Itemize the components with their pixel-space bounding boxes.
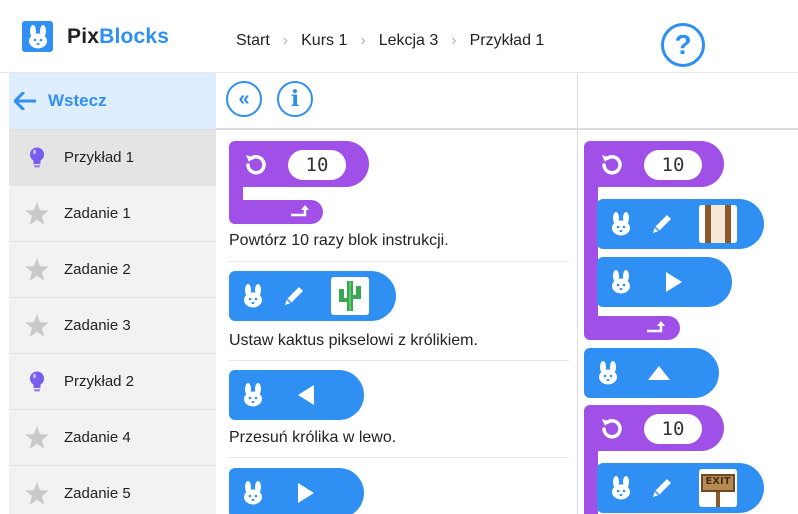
loop-icon — [242, 151, 270, 179]
bunny-logo-icon — [22, 21, 53, 52]
set-pixel-block[interactable]: EXIT — [597, 463, 764, 513]
move-left-block[interactable] — [229, 370, 364, 420]
bunny-icon — [241, 480, 265, 506]
move-right-block[interactable] — [597, 257, 732, 307]
return-arrow-icon — [644, 320, 666, 336]
toolbar-divider — [577, 73, 578, 130]
exit-sign-icon: EXIT — [699, 469, 737, 507]
bunny-icon — [609, 269, 633, 295]
pencil-icon — [281, 283, 307, 309]
chevron-right-icon: › — [360, 32, 366, 49]
sidebar-item-zadanie-5[interactable]: Zadanie 5 — [9, 466, 216, 514]
bunny-icon — [241, 283, 265, 309]
examples-panel: 10 Powtórz 10 razy blok instrukcji. Usta… — [216, 130, 577, 514]
wall-tile-icon — [699, 205, 737, 243]
bunny-icon — [609, 475, 633, 501]
lightbulb-icon — [24, 371, 50, 393]
repeat-count[interactable]: 10 — [288, 150, 346, 180]
bunny-icon — [596, 360, 620, 386]
breadcrumb-kurs[interactable]: Kurs 1 — [301, 32, 347, 50]
move-up-block[interactable] — [584, 348, 719, 398]
sidebar-item-zadanie-3[interactable]: Zadanie 3 — [9, 298, 216, 354]
loop-spine — [584, 185, 598, 325]
sidebar-item-label: Zadanie 2 — [64, 261, 131, 278]
sidebar-item-label: Zadanie 5 — [64, 485, 131, 502]
repeat-count[interactable]: 10 — [644, 150, 702, 180]
lightbulb-icon — [24, 147, 50, 169]
set-pixel-block[interactable] — [597, 199, 764, 249]
sidebar-item-label: Zadanie 3 — [64, 317, 131, 334]
breadcrumb-lekcja[interactable]: Lekcja 3 — [379, 32, 439, 50]
sidebar-item-zadanie-1[interactable]: Zadanie 1 — [9, 186, 216, 242]
pencil-icon — [649, 475, 675, 501]
arrow-left-icon — [295, 383, 317, 407]
exit-sign-text: EXIT — [705, 476, 731, 487]
collapse-sidebar-button[interactable]: « — [226, 81, 262, 117]
app-header: PixBlocks Start › Kurs 1 › Lekcja 3 › Pr… — [0, 0, 798, 73]
pixblocks-logo[interactable]: PixBlocks — [22, 21, 169, 52]
help-button[interactable]: ? — [661, 23, 705, 67]
star-icon — [24, 258, 50, 281]
sidebar-item-label: Przykład 1 — [64, 149, 135, 166]
star-icon — [24, 202, 50, 225]
star-icon — [24, 482, 50, 505]
star-icon — [24, 426, 50, 449]
info-button[interactable]: i — [277, 81, 313, 117]
back-button[interactable]: Wstecz — [9, 73, 216, 130]
bunny-icon — [609, 211, 633, 237]
loop-icon — [598, 151, 626, 179]
sidebar-item-label: Przykład 2 — [64, 373, 135, 390]
loop-icon — [598, 415, 626, 443]
breadcrumb: Start › Kurs 1 › Lekcja 3 › Przykład 1 — [236, 32, 544, 50]
back-label: Wstecz — [48, 91, 107, 110]
row-divider — [229, 261, 569, 262]
sidebar-item-label: Zadanie 4 — [64, 429, 131, 446]
sidebar-item-zadanie-2[interactable]: Zadanie 2 — [9, 242, 216, 298]
chevron-right-icon: › — [451, 32, 457, 49]
bunny-icon — [241, 382, 265, 408]
arrow-right-icon — [295, 481, 317, 505]
sidebar-item-przyklad-1[interactable]: Przykład 1 — [9, 130, 216, 186]
sidebar-item-przyklad-2[interactable]: Przykład 2 — [9, 354, 216, 410]
pencil-icon — [649, 211, 675, 237]
workspace-toolbar: « i — [216, 73, 798, 130]
lesson-sidebar: Wstecz Przykład 1 Zadanie 1 Zadanie 2 Za… — [9, 73, 216, 514]
example-caption: Ustaw kaktus pikselowi z królikiem. — [229, 332, 478, 349]
sidebar-item-label: Zadanie 1 — [64, 205, 131, 222]
arrow-up-icon — [646, 363, 672, 383]
arrow-left-icon — [13, 88, 37, 114]
star-icon — [24, 314, 50, 337]
chevron-right-icon: › — [282, 32, 289, 49]
row-divider — [229, 360, 569, 361]
arrow-right-icon — [663, 270, 685, 294]
repeat-count[interactable]: 10 — [644, 414, 702, 444]
example-caption: Przesuń królika w lewo. — [229, 429, 397, 446]
row-divider — [229, 457, 569, 458]
breadcrumb-start[interactable]: Start — [236, 32, 270, 50]
move-right-block[interactable] — [229, 468, 364, 514]
sidebar-item-zadanie-4[interactable]: Zadanie 4 — [9, 410, 216, 466]
cactus-icon — [331, 277, 369, 315]
loop-spine — [584, 449, 598, 514]
breadcrumb-current: Przykład 1 — [469, 32, 545, 49]
logo-text: PixBlocks — [67, 25, 169, 49]
set-pixel-block[interactable] — [229, 271, 396, 321]
program-panel: 10 10 EXIT — [578, 130, 798, 514]
return-arrow-icon — [288, 204, 310, 220]
example-caption: Powtórz 10 razy blok instrukcji. — [229, 232, 449, 249]
logo-pix: Pix — [67, 24, 100, 48]
logo-blocks: Blocks — [99, 24, 170, 48]
